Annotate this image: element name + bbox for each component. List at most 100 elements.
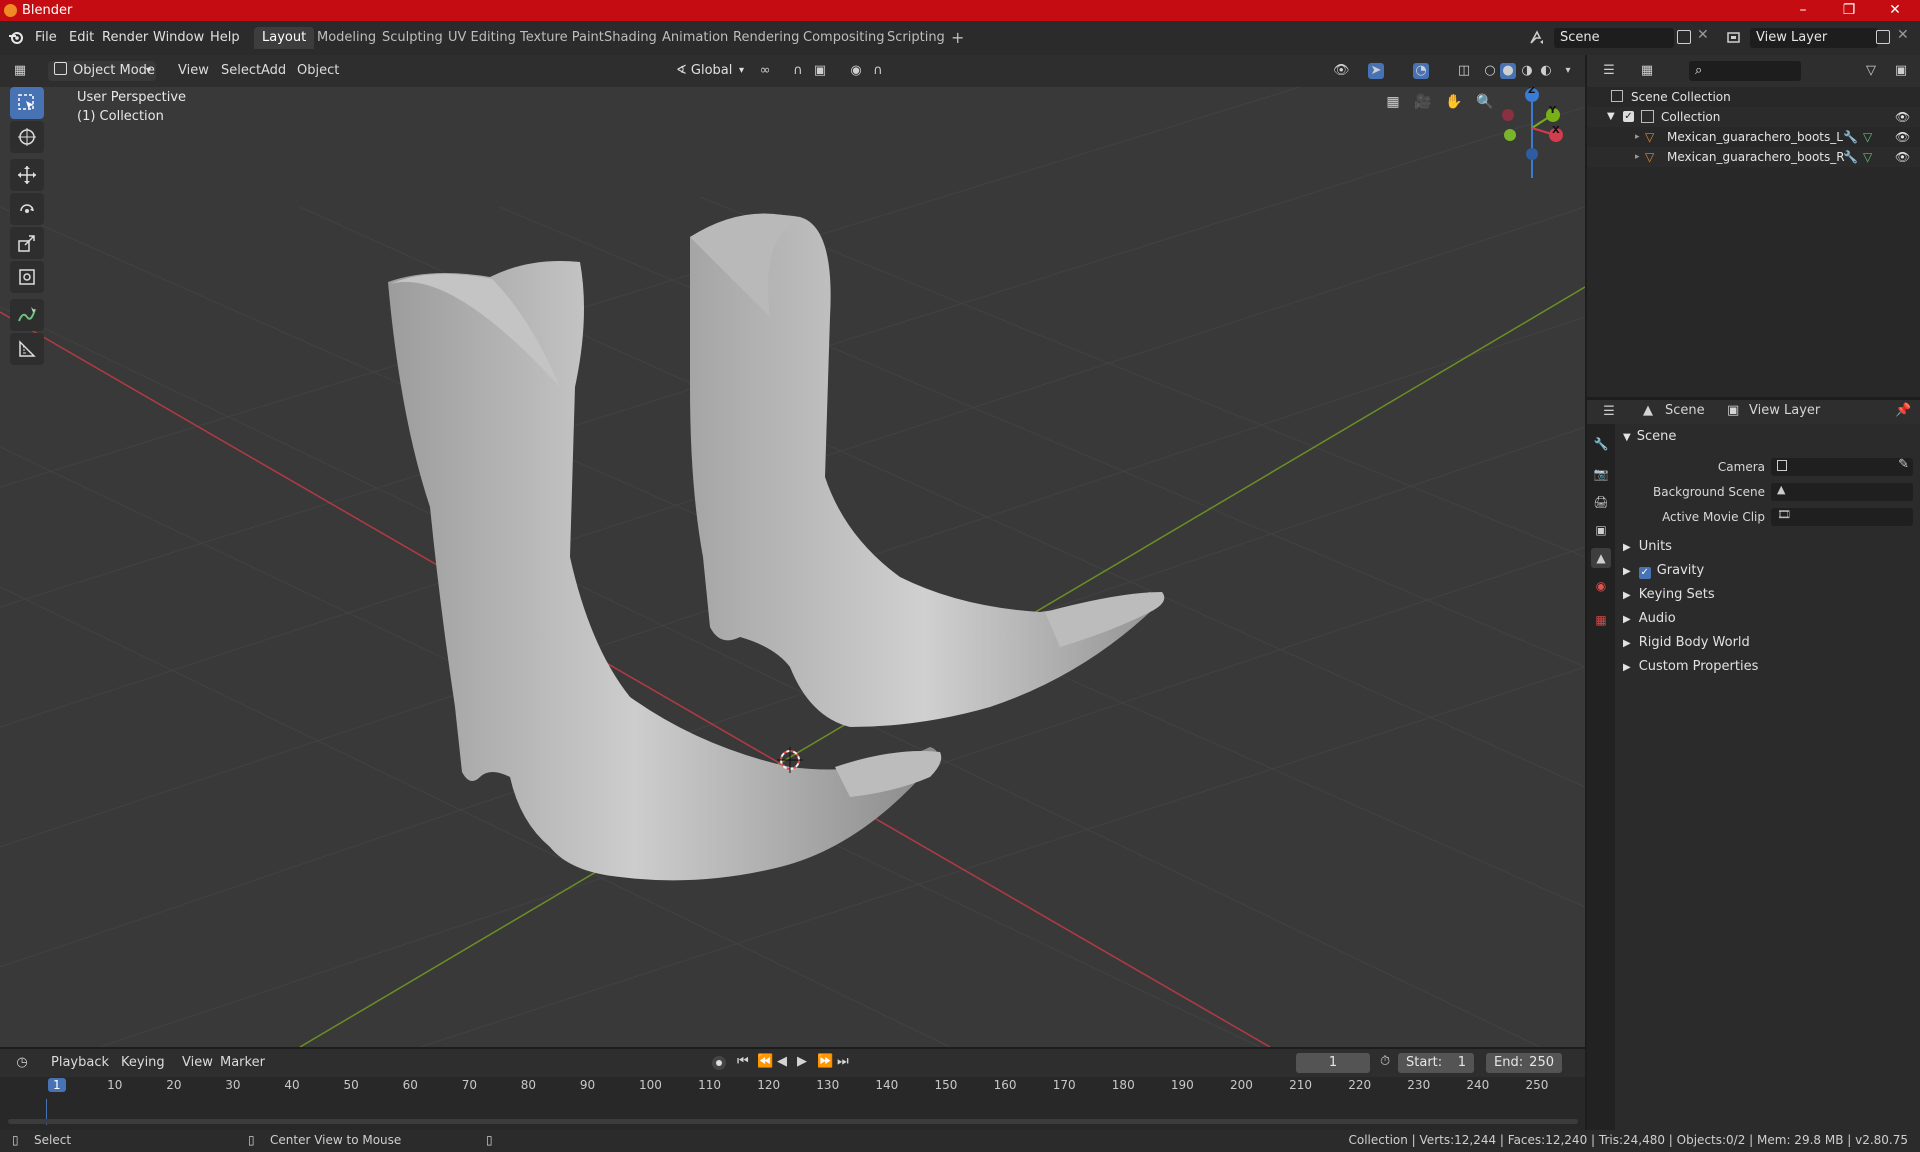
view-layer-name-field[interactable]: View Layer (1750, 28, 1878, 48)
properties-view-layer-label[interactable]: View Layer (1749, 403, 1820, 418)
view-layer-properties-icon[interactable]: ▣ (1591, 520, 1611, 540)
current-frame-field[interactable]: 1 (1296, 1053, 1370, 1073)
outliner-search-input[interactable]: ⌕ (1689, 61, 1801, 81)
collection-checkbox[interactable]: ✓ (1623, 111, 1634, 122)
blender-menu-icon[interactable] (8, 30, 24, 46)
modifier-wrench-icon[interactable]: 🔧 (1843, 127, 1858, 147)
scene-name-field[interactable]: Scene (1554, 28, 1674, 48)
transform-tool[interactable] (10, 261, 44, 293)
eyedropper-icon[interactable]: ✎ (1898, 457, 1909, 472)
visibility-icon[interactable]: 👁 (1333, 63, 1350, 79)
close-button[interactable]: ✕ (1872, 0, 1918, 21)
play-reverse-icon[interactable]: ◀ (777, 1054, 787, 1069)
display-mode-icon[interactable]: ▦ (1639, 63, 1655, 79)
menu-help[interactable]: Help (205, 28, 245, 48)
eye-icon[interactable]: 👁 (1895, 147, 1910, 167)
solid-shading-icon[interactable]: ● (1500, 63, 1516, 79)
outliner-row-boot-left[interactable]: ▸ ▽ Mexican_guarachero_boots_L 🔧 ▽ 👁 (1587, 127, 1920, 147)
scene-browse-icon[interactable] (1528, 29, 1546, 47)
pivot-point-icon[interactable]: ∞ (757, 63, 773, 79)
menu-edit[interactable]: Edit (64, 28, 99, 48)
expand-triangle-icon[interactable]: ▸ (1635, 127, 1640, 147)
expand-triangle-icon[interactable]: ▸ (1635, 147, 1640, 167)
timeline-track-area[interactable]: 1 10 20 30 40 50 60 70 80 90 100 110 120 130 140 150 160… (0, 1077, 1585, 1130)
properties-scene-label[interactable]: Scene (1665, 403, 1705, 418)
annotate-tool[interactable] (10, 299, 44, 331)
zoom-icon[interactable]: 🔍 (1472, 89, 1498, 115)
render-properties-icon[interactable]: 📷 (1591, 464, 1611, 484)
prev-keyframe-icon[interactable]: ⏪ (757, 1054, 773, 1069)
menu-timeline-view[interactable]: View (177, 1053, 218, 1073)
jump-start-icon[interactable]: ⏮ (737, 1054, 749, 1069)
menu-add[interactable]: Add (256, 61, 291, 81)
modifier-wrench-icon[interactable]: 🔧 (1843, 147, 1858, 167)
jump-end-icon[interactable]: ⏭ (837, 1054, 849, 1069)
minimize-button[interactable]: – (1780, 0, 1826, 21)
gizmo-z-label[interactable]: Z (1528, 87, 1535, 96)
wireframe-shading-icon[interactable]: ○ (1482, 63, 1498, 79)
snap-target-icon[interactable]: ▣ (812, 63, 828, 79)
outliner-row-scene-collection[interactable]: Scene Collection (1587, 87, 1920, 107)
filter-icon[interactable]: ▽ (1863, 63, 1879, 79)
eye-icon[interactable]: 👁 (1895, 107, 1910, 127)
camera-view-icon[interactable]: 🎥 (1410, 89, 1436, 115)
shading-options-icon[interactable]: ▾ (1560, 63, 1576, 79)
gizmo-toggle-icon[interactable]: ➤ (1368, 63, 1384, 79)
menu-render[interactable]: Render (97, 28, 153, 48)
editor-type-icon[interactable]: ◷ (14, 1055, 30, 1071)
world-properties-icon[interactable]: ◉ (1591, 576, 1611, 596)
tab-compositing[interactable]: Compositing (795, 27, 893, 49)
tab-animation[interactable]: Animation (654, 27, 736, 49)
select-box-tool[interactable] (10, 87, 44, 119)
menu-playback[interactable]: Playback (46, 1053, 114, 1073)
add-workspace-button[interactable]: + (943, 27, 972, 49)
end-frame-field[interactable]: End: 250 (1486, 1053, 1562, 1073)
panel-custom-properties-header[interactable]: ▶ Custom Properties (1623, 656, 1913, 678)
record-button[interactable] (712, 1056, 726, 1070)
menu-marker[interactable]: Marker (215, 1053, 270, 1073)
mesh-data-icon[interactable]: ▽ (1863, 147, 1872, 167)
panel-audio-header[interactable]: ▶ Audio (1623, 608, 1913, 630)
editor-type-icon[interactable]: ☰ (1601, 63, 1617, 79)
panel-rigid-body-world-header[interactable]: ▶ Rigid Body World (1623, 632, 1913, 654)
expand-triangle-icon[interactable]: ▼ (1607, 107, 1615, 127)
pin-icon[interactable]: 📌 (1895, 403, 1911, 418)
panel-gravity-header[interactable]: ▶ ✓ Gravity (1623, 560, 1913, 582)
preview-range-icon[interactable]: ⏱ (1380, 1054, 1390, 1069)
new-view-layer-icon[interactable] (1876, 30, 1890, 44)
gizmo-x-label[interactable]: X (1552, 125, 1560, 136)
play-icon[interactable]: ▶ (797, 1054, 807, 1069)
outliner-row-collection[interactable]: ▼ ✓ Collection 👁 (1587, 107, 1920, 127)
tab-scripting[interactable]: Scripting (879, 27, 953, 49)
gizmo-y-label[interactable]: Y (1549, 105, 1556, 116)
outliner-row-boot-right[interactable]: ▸ ▽ Mexican_guarachero_boots_R 🔧 ▽ 👁 (1587, 147, 1920, 167)
new-collection-icon[interactable]: ▣ (1893, 63, 1909, 79)
camera-field[interactable]: ✎ (1771, 457, 1913, 476)
menu-window[interactable]: Window (148, 28, 209, 48)
timeline-scrollbar[interactable] (8, 1119, 1578, 1124)
measure-tool[interactable] (10, 333, 44, 365)
editor-type-icon[interactable]: ☰ (1601, 404, 1617, 420)
menu-file[interactable]: File (30, 28, 62, 48)
object-mode-dropdown[interactable]: Object Mode ▾ (48, 61, 156, 81)
delete-scene-icon[interactable]: ✕ (1697, 27, 1709, 43)
xray-toggle-icon[interactable]: ◫ (1456, 63, 1472, 79)
snap-icon[interactable]: ∩ (790, 63, 806, 79)
view-layer-browse-icon[interactable] (1725, 29, 1743, 47)
cursor-tool[interactable] (10, 121, 44, 153)
tool-properties-icon[interactable]: 🔧 (1591, 434, 1611, 454)
panel-units-header[interactable]: ▶ Units (1623, 536, 1913, 558)
pan-hand-icon[interactable]: ✋ (1441, 89, 1467, 115)
tab-modeling[interactable]: Modeling (309, 27, 384, 49)
move-tool[interactable] (10, 159, 44, 191)
panel-scene-header[interactable]: ▼ Scene (1623, 426, 1913, 448)
falloff-icon[interactable]: ∩ (870, 63, 886, 79)
overlay-toggle-icon[interactable]: ◔ (1413, 63, 1429, 79)
background-scene-field[interactable]: ▲ (1771, 483, 1913, 501)
gravity-checkbox[interactable]: ✓ (1638, 567, 1651, 579)
output-properties-icon[interactable]: 🖨 (1591, 492, 1611, 512)
grid-view-icon[interactable]: ▦ (1380, 89, 1406, 115)
texture-properties-icon[interactable]: ▦ (1591, 610, 1611, 630)
proportional-edit-icon[interactable]: ◉ (848, 63, 864, 79)
panel-keying-sets-header[interactable]: ▶ Keying Sets (1623, 584, 1913, 606)
